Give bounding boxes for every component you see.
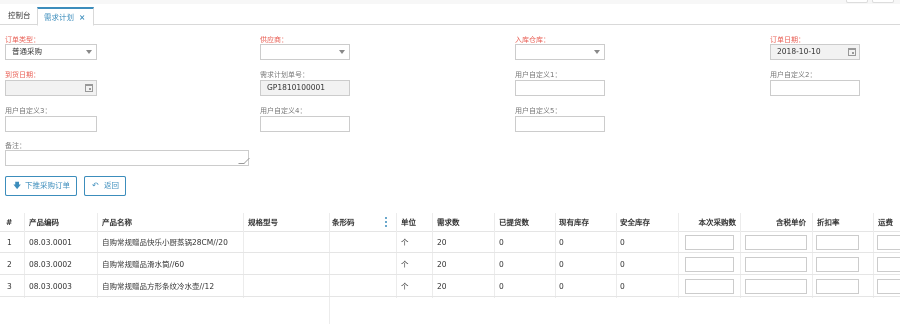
col-barcode[interactable]: 条形码 bbox=[332, 213, 355, 232]
table-row[interactable]: 1 08.03.0001 自购常规赠品快乐小厨蒸锅28CM//20 个 20 0… bbox=[0, 232, 900, 253]
cell-safety: 0 bbox=[620, 238, 625, 247]
cell-unit: 个 bbox=[401, 282, 409, 291]
custom2-input[interactable] bbox=[770, 80, 860, 96]
cell-code: 08.03.0002 bbox=[29, 260, 72, 269]
col-name[interactable]: 产品名称 bbox=[102, 213, 132, 232]
custom3-input[interactable] bbox=[5, 116, 97, 132]
col-safety[interactable]: 安全库存 bbox=[620, 213, 650, 232]
cell-stock: 0 bbox=[559, 260, 564, 269]
cell-unit: 个 bbox=[401, 260, 409, 269]
custom5-label: 用户自定义5： bbox=[515, 107, 562, 115]
cell-demand: 20 bbox=[437, 260, 447, 269]
calendar-icon[interactable] bbox=[848, 48, 856, 56]
top-action-button[interactable] bbox=[872, 0, 894, 3]
chevron-down-icon bbox=[339, 50, 345, 54]
col-index: # bbox=[6, 218, 13, 227]
order-date-value: 2018-10-10 bbox=[777, 47, 821, 56]
custom5-input[interactable] bbox=[515, 116, 605, 132]
freight-input[interactable] bbox=[877, 235, 900, 250]
tab-bar: 控制台 需求计划 × bbox=[0, 4, 900, 26]
cell-shipped: 0 bbox=[499, 282, 504, 291]
cell-shipped: 0 bbox=[499, 260, 504, 269]
cell-shipped: 0 bbox=[499, 238, 504, 247]
cell-stock: 0 bbox=[559, 282, 564, 291]
cell-name: 自购常规赠品方形条纹冷水壶//12 bbox=[102, 282, 215, 291]
discount-input[interactable] bbox=[816, 257, 859, 272]
col-demand[interactable]: 需求数 bbox=[437, 213, 460, 232]
tab-label: 控制台 bbox=[8, 11, 31, 20]
arrow-down-icon: 🡇 bbox=[13, 181, 22, 190]
col-shipped[interactable]: 已提货数 bbox=[499, 213, 529, 232]
freight-input[interactable] bbox=[877, 257, 900, 272]
back-label: 返回 bbox=[104, 181, 119, 190]
cell-unit: 个 bbox=[401, 238, 409, 247]
cell-safety: 0 bbox=[620, 282, 625, 291]
table-row[interactable]: 2 08.03.0002 自购常规赠品滑水筒//60 个 20 0 0 0 bbox=[0, 254, 900, 275]
cell-index: 1 bbox=[7, 238, 12, 247]
custom1-input[interactable] bbox=[515, 80, 605, 96]
arrival-date-input[interactable] bbox=[5, 80, 97, 96]
table-row[interactable]: 3 08.03.0003 自购常规赠品方形条纹冷水壶//12 个 20 0 0 … bbox=[0, 276, 900, 297]
order-type-value: 普通采购 bbox=[12, 47, 42, 56]
purchase-qty-input[interactable] bbox=[685, 279, 734, 294]
push-purchase-order-button[interactable]: 🡇 下推采购订单 bbox=[5, 176, 77, 196]
col-spec[interactable]: 规格型号 bbox=[248, 213, 278, 232]
col-stock[interactable]: 现有库存 bbox=[559, 213, 589, 232]
purchase-qty-input[interactable] bbox=[685, 235, 734, 250]
price-input[interactable] bbox=[745, 235, 807, 250]
custom2-label: 用户自定义2： bbox=[770, 71, 817, 79]
top-action-button[interactable] bbox=[846, 0, 868, 3]
col-freight[interactable]: 运费 bbox=[878, 213, 893, 232]
calendar-icon[interactable] bbox=[85, 84, 93, 92]
cell-demand: 20 bbox=[437, 238, 447, 247]
col-code[interactable]: 产品编码 bbox=[29, 213, 59, 232]
order-date-input[interactable]: 2018-10-10 bbox=[770, 44, 860, 60]
cell-index: 2 bbox=[7, 260, 12, 269]
custom4-input[interactable] bbox=[260, 116, 350, 132]
warehouse-select[interactable] bbox=[515, 44, 605, 60]
chevron-down-icon bbox=[594, 50, 600, 54]
custom3-label: 用户自定义3： bbox=[5, 107, 52, 115]
cell-code: 08.03.0001 bbox=[29, 238, 72, 247]
tab-label: 需求计划 bbox=[44, 13, 74, 22]
price-input[interactable] bbox=[745, 279, 807, 294]
cell-name: 自购常规赠品滑水筒//60 bbox=[102, 260, 185, 269]
cell-safety: 0 bbox=[620, 260, 625, 269]
col-discount[interactable]: 折扣率 bbox=[817, 213, 840, 232]
cell-index: 3 bbox=[7, 282, 12, 291]
cell-name: 自购常规赠品快乐小厨蒸锅28CM//20 bbox=[102, 238, 228, 247]
price-input[interactable] bbox=[745, 257, 807, 272]
discount-input[interactable] bbox=[816, 235, 859, 250]
arrival-date-label: 到货日期： bbox=[5, 71, 40, 79]
plan-no-input[interactable]: GP1810100001 bbox=[260, 80, 350, 96]
undo-icon: ↶ bbox=[92, 181, 99, 190]
chevron-down-icon bbox=[86, 50, 92, 54]
plan-no-value: GP1810100001 bbox=[267, 83, 326, 92]
tab-demand-plan[interactable]: 需求计划 × bbox=[37, 7, 94, 26]
custom4-label: 用户自定义4： bbox=[260, 107, 307, 115]
push-purchase-order-label: 下推采购订单 bbox=[25, 181, 70, 190]
cell-code: 08.03.0003 bbox=[29, 282, 72, 291]
freight-input[interactable] bbox=[877, 279, 900, 294]
col-purchase-qty[interactable]: 本次采购数 bbox=[680, 213, 737, 232]
cell-demand: 20 bbox=[437, 282, 447, 291]
close-icon[interactable]: × bbox=[79, 13, 85, 22]
order-type-select[interactable]: 普通采购 bbox=[5, 44, 97, 60]
table-header: # 产品编码 产品名称 规格型号 条形码 单位 需求数 已提货数 现有库存 安全… bbox=[0, 213, 900, 232]
custom1-label: 用户自定义1： bbox=[515, 71, 562, 79]
discount-input[interactable] bbox=[816, 279, 859, 294]
purchase-qty-input[interactable] bbox=[685, 257, 734, 272]
col-unit[interactable]: 单位 bbox=[401, 213, 416, 232]
supplier-select[interactable] bbox=[260, 44, 350, 60]
cell-stock: 0 bbox=[559, 238, 564, 247]
col-price[interactable]: 含税单价 bbox=[760, 213, 806, 232]
remark-textarea[interactable] bbox=[5, 150, 249, 166]
tab-console[interactable]: 控制台 bbox=[2, 7, 37, 26]
plan-no-label: 需求计划单号： bbox=[260, 71, 309, 79]
back-button[interactable]: ↶ 返回 bbox=[84, 176, 126, 196]
column-menu-icon[interactable] bbox=[385, 217, 387, 228]
